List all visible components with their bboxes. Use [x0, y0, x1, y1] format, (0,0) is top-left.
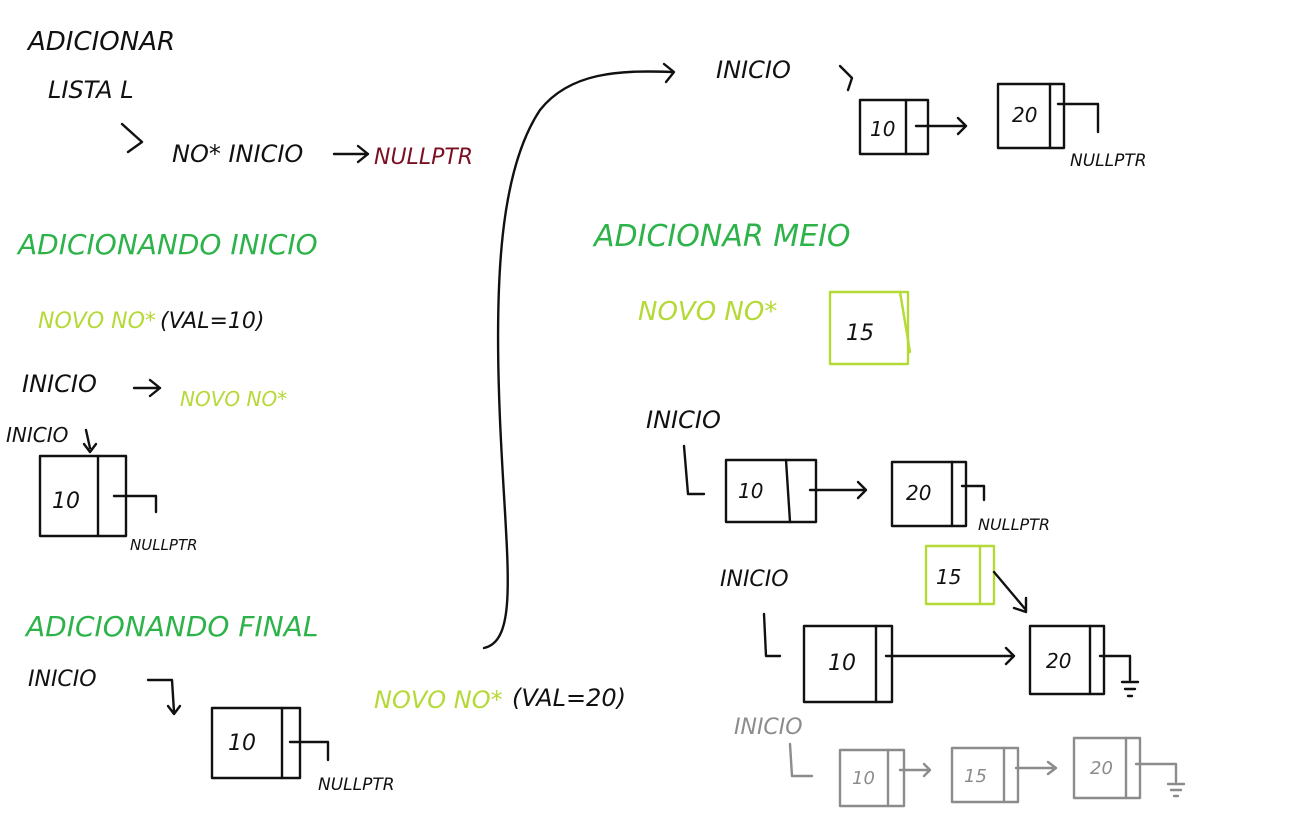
arrow-icon — [120, 122, 144, 154]
meio-step-3: INICIO 10 15 20 — [734, 715, 1186, 808]
ground-null-icon — [1098, 654, 1140, 698]
meio-step-1: INICIO 10 20 NULLPTR — [646, 406, 1050, 534]
node-value-1: 10 — [870, 117, 895, 141]
node-value-2: 15 — [964, 766, 987, 787]
header-block: ADICIONAR LISTA L NO* INICIO NULLPTR — [26, 27, 473, 170]
new-node-value: 15 — [936, 565, 961, 589]
pointer-arrow-icon — [838, 64, 854, 92]
arrow-icon — [992, 570, 1028, 614]
nullptr-label: NULLPTR — [130, 536, 198, 554]
inicio-label: INICIO — [734, 715, 803, 740]
node-value: 10 — [52, 489, 80, 514]
pointer-arrow-icon — [762, 612, 782, 658]
nullptr-label: NULLPTR — [978, 515, 1050, 534]
arrow-icon — [332, 144, 370, 164]
section-meio: ADICIONAR MEIO NOVO NO* 15 INICIO 10 20 … — [592, 219, 1186, 808]
nullptr-label: NULLPTR — [318, 775, 395, 795]
pointer-arrow-icon — [82, 428, 98, 454]
arrow-icon — [884, 646, 1016, 666]
pointer-arrow-icon — [146, 678, 182, 716]
header-nullptr: NULLPTR — [374, 145, 473, 170]
node-value-1: 10 — [852, 768, 875, 789]
new-node-value: 15 — [846, 321, 874, 346]
null-pointer-icon — [288, 740, 330, 762]
inicio-label-2: INICIO — [6, 423, 68, 447]
inicio-label: INICIO — [716, 56, 791, 84]
section-title: ADICIONAR MEIO — [592, 219, 851, 254]
novo-no-label: NOVO NO* — [374, 686, 503, 714]
meio-step-2: INICIO 15 10 20 — [720, 544, 1140, 704]
node-box — [210, 706, 302, 780]
node-divider — [784, 458, 792, 524]
nullptr-label: NULLPTR — [1070, 151, 1147, 171]
inicio-label: INICIO — [22, 370, 97, 398]
section-inicio: ADICIONANDO INICIO NOVO NO* (VAL=10) INI… — [6, 228, 318, 554]
header-lista: LISTA L — [48, 76, 134, 104]
arrow-icon — [914, 116, 968, 136]
pointer-arrow-icon — [788, 742, 814, 778]
arrow-icon — [132, 378, 162, 398]
arrow-icon — [808, 480, 868, 500]
node-value-2: 20 — [1012, 103, 1037, 127]
whiteboard-canvas: ADICIONAR LISTA L NO* INICIO NULLPTR ADI… — [6, 27, 1186, 808]
arrow-icon — [1014, 760, 1058, 776]
node-value-2: 20 — [906, 481, 931, 505]
node-value-1: 10 — [738, 479, 763, 503]
val-label: (VAL=20) — [512, 684, 626, 712]
header-title: ADICIONAR — [26, 27, 175, 57]
section-top-right: INICIO 10 20 NULLPTR — [716, 56, 1147, 171]
arrow-target-label: NOVO NO* — [180, 387, 287, 411]
inicio-label: INICIO — [28, 667, 97, 692]
inicio-label: INICIO — [720, 567, 789, 592]
node-value-2: 20 — [1046, 649, 1071, 673]
header-no-inicio: NO* INICIO — [172, 140, 303, 168]
section-final: ADICIONANDO FINAL INICIO 10 NULLPTR NOVO… — [24, 610, 626, 795]
node-value-3: 20 — [1090, 758, 1113, 779]
section-title: ADICIONANDO FINAL — [24, 610, 318, 643]
novo-no-label: NOVO NO* — [638, 297, 777, 327]
novo-no-label: NOVO NO* — [38, 309, 156, 334]
section-title: ADICIONANDO INICIO — [16, 228, 318, 261]
pointer-arrow-icon — [682, 444, 706, 496]
inicio-label: INICIO — [646, 406, 721, 434]
val-label: (VAL=10) — [160, 309, 264, 334]
node-value: 10 — [228, 731, 256, 756]
node-value-1: 10 — [828, 651, 856, 676]
ground-null-icon — [1134, 762, 1186, 798]
null-pointer-icon — [112, 494, 158, 514]
connector-curve — [482, 70, 674, 650]
